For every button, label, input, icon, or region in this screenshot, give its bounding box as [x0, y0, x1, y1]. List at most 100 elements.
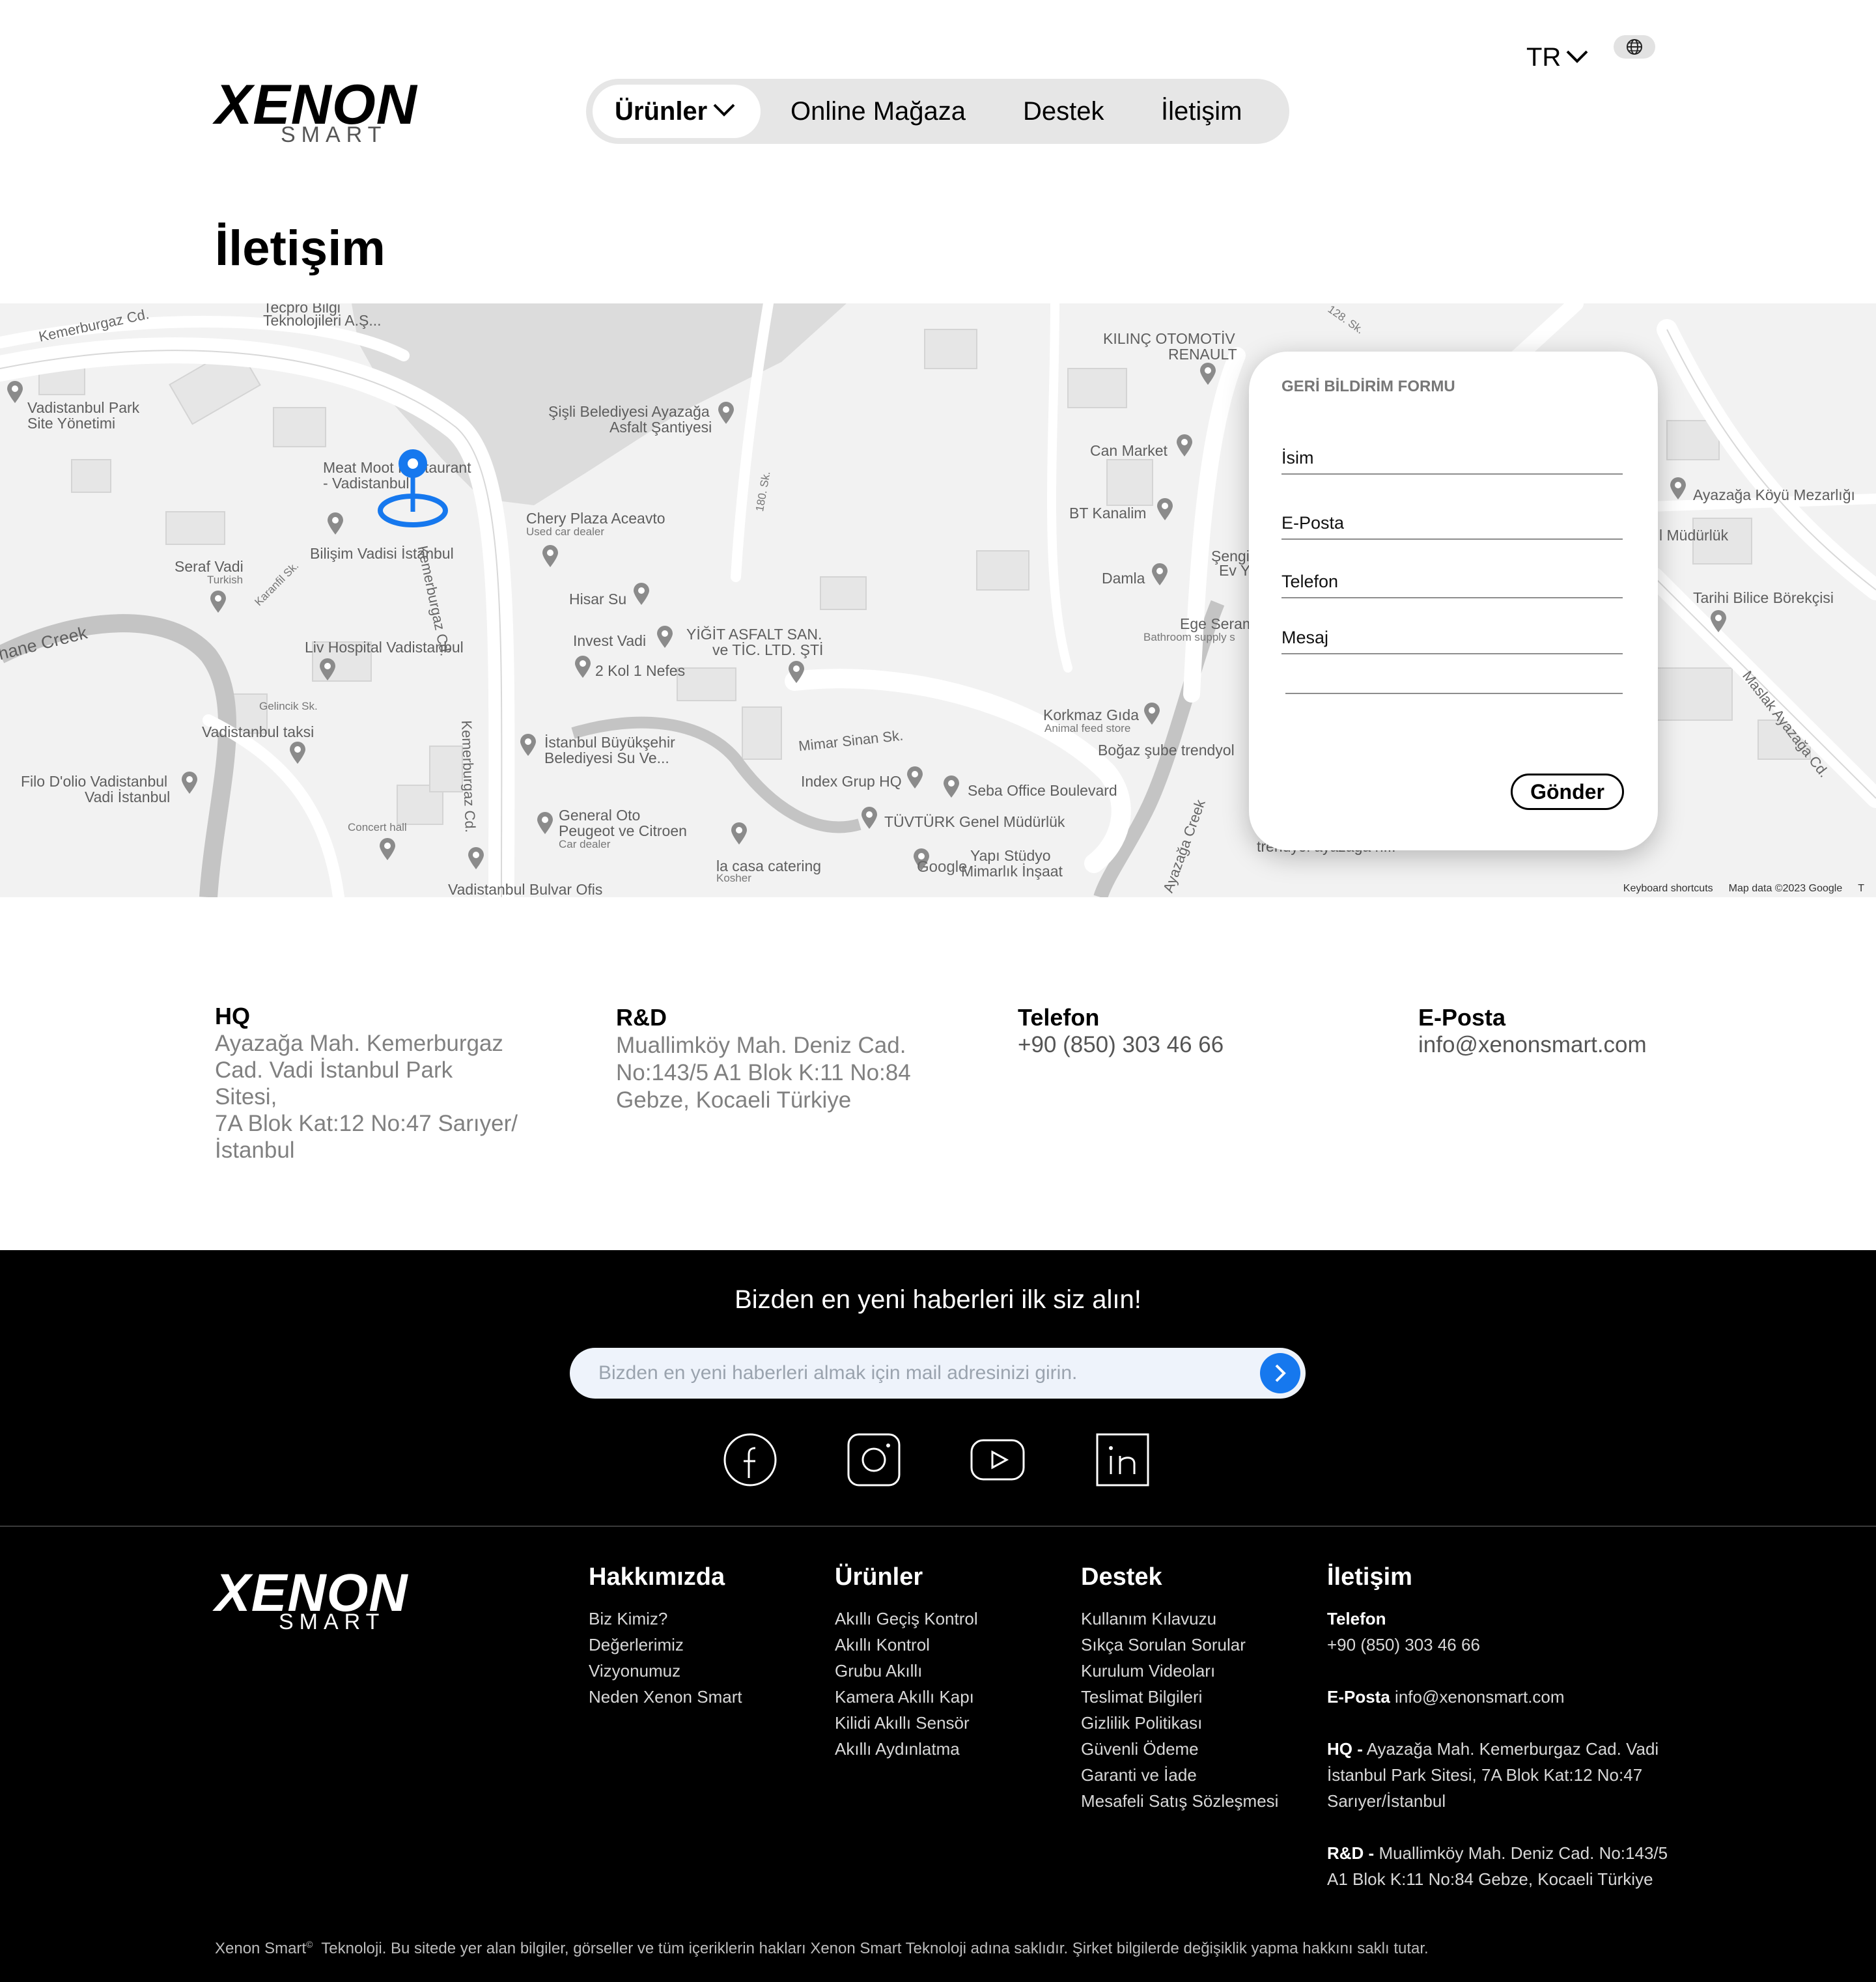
location-pin-icon: [1144, 703, 1160, 725]
footer-link[interactable]: Biz Kimiz?: [589, 1606, 742, 1632]
footer-link[interactable]: Gizlilik Politikası: [1081, 1710, 1278, 1736]
map-label: Teknolojileri A.Ş...: [263, 312, 382, 329]
location-pin-icon: [1177, 434, 1192, 456]
location-pin-icon: [789, 661, 804, 683]
location-pin-icon: [520, 734, 536, 756]
chevron-down-icon: [713, 104, 735, 117]
language-selector[interactable]: TR: [1526, 39, 1588, 76]
map-label: Tarihi Bilice Börekçisi: [1693, 589, 1834, 606]
location-pin-icon: [718, 402, 734, 424]
map-label: Vadistanbul Park: [27, 399, 140, 416]
footer-link[interactable]: Akıllı Geçiş Kontrol: [835, 1606, 978, 1632]
location-pin-icon: [380, 838, 395, 860]
footer-logo[interactable]: XENON SMART: [215, 1567, 453, 1638]
email-info: E-Posta info@xenonsmart.com: [1418, 1004, 1724, 1059]
footer-link[interactable]: Kullanım Kılavuzu: [1081, 1606, 1278, 1632]
language-label: TR: [1526, 43, 1561, 72]
globe-icon: [1627, 39, 1642, 55]
footer-link[interactable]: Güvenli Ödeme: [1081, 1736, 1278, 1762]
location-pin-icon: [1157, 498, 1173, 520]
map-label: Peugeot ve Citroen: [559, 822, 687, 839]
map-label: l Müdürlük: [1659, 527, 1729, 544]
footer-link[interactable]: Değerlerimiz: [589, 1632, 742, 1658]
footer-phone-value[interactable]: +90 (850) 303 46 66: [1327, 1635, 1480, 1654]
map-label: Ege Seram: [1180, 615, 1255, 632]
location-pin-icon: [657, 626, 673, 648]
phone-info: Telefon +90 (850) 303 46 66: [1018, 1004, 1324, 1059]
footer-phone: Telefon +90 (850) 303 46 66: [1327, 1606, 1668, 1658]
footer-link[interactable]: Teslimat Bilgileri: [1081, 1684, 1278, 1710]
footer-link[interactable]: Grubu Akıllı: [835, 1658, 978, 1684]
feedback-form: GERİ BİLDİRİM FORMU İsim E-Posta Telefon…: [1249, 352, 1658, 850]
footer-link[interactable]: Kurulum Videoları: [1081, 1658, 1278, 1684]
footer-link[interactable]: Vizyonumuz: [589, 1658, 742, 1684]
map-label: Korkmaz Gıda: [1043, 706, 1139, 723]
location-pin-icon: [210, 591, 226, 613]
map-label: Concert hall: [348, 821, 407, 833]
map-label: BT Kanalim: [1069, 505, 1147, 522]
location-pin-icon: [1711, 610, 1726, 632]
address-line: Ayazağa Mah. Kemerburgaz: [215, 1031, 503, 1057]
map-label: RENAULT: [1168, 346, 1237, 363]
location-pin-icon: [944, 775, 959, 798]
location-pin-icon: [634, 583, 649, 605]
arrow-right-icon: [1275, 1364, 1286, 1382]
newsletter-email-input[interactable]: [598, 1348, 1224, 1399]
footer-link[interactable]: Akıllı Kontrol: [835, 1632, 978, 1658]
map-label: Turkish: [207, 574, 244, 586]
email-field[interactable]: E-Posta: [1281, 513, 1623, 540]
logo-sub: SMART: [279, 1610, 385, 1634]
footer-link[interactable]: Sıkça Sorulan Sorular: [1081, 1632, 1278, 1658]
email-value[interactable]: info@xenonsmart.com: [1418, 1032, 1724, 1059]
facebook-icon[interactable]: [723, 1432, 777, 1487]
message-textarea[interactable]: [1285, 669, 1623, 694]
location-pin-icon: [468, 847, 484, 869]
globe-button[interactable]: [1614, 35, 1655, 59]
footer-email-value[interactable]: info@xenonsmart.com: [1395, 1687, 1565, 1707]
location-pin-icon: [320, 658, 335, 680]
footer-link[interactable]: Garanti ve İade: [1081, 1762, 1278, 1788]
map-label: Bathroom supply s: [1143, 631, 1235, 643]
keyboard-shortcuts-link[interactable]: Keyboard shortcuts: [1623, 883, 1713, 895]
hq-address: Ayazağa Mah. Kemerburgaz Cad. Vadi İstan…: [215, 1031, 521, 1164]
footer-link[interactable]: Akıllı Aydınlatma: [835, 1736, 978, 1762]
youtube-icon[interactable]: [970, 1432, 1025, 1487]
footer-rd: R&D - Muallimköy Mah. Deniz Cad. No:143/…: [1327, 1840, 1668, 1892]
nav-item-products[interactable]: Ürünler: [593, 85, 761, 138]
rd-info: R&D Muallimköy Mah. Deniz Cad. No:143/5 …: [616, 1004, 922, 1114]
map-label: YİĞİT ASFALT SAN.: [686, 626, 822, 643]
footer-rd-line: A1 Blok K:11 No:84 Gebze, Kocaeli Türkiy…: [1327, 1869, 1653, 1889]
phone-field[interactable]: Telefon: [1281, 572, 1623, 598]
copyright: Xenon Smart© Teknoloji. Bu sitede yer al…: [215, 1939, 1429, 1958]
footer-link[interactable]: Mesafeli Satış Sözleşmesi: [1081, 1788, 1278, 1814]
footer-link[interactable]: Neden Xenon Smart: [589, 1684, 742, 1710]
map-label: Seraf Vadi: [175, 558, 244, 575]
location-pin-icon: [1670, 477, 1686, 499]
address-line: Gebze, Kocaeli Türkiye: [616, 1087, 852, 1113]
map-label: Filo D'olio Vadistanbul: [21, 773, 168, 790]
location-pin-icon: [907, 766, 923, 789]
footer-link[interactable]: Kilidi Akıllı Sensör: [835, 1710, 978, 1736]
phone-value[interactable]: +90 (850) 303 46 66: [1018, 1032, 1324, 1059]
footer-rd-label: R&D -: [1327, 1843, 1375, 1863]
linkedin-icon[interactable]: [1095, 1432, 1150, 1487]
map-label: Chery Plaza Aceavto: [526, 510, 665, 527]
hq-info: HQ Ayazağa Mah. Kemerburgaz Cad. Vadi İs…: [215, 1003, 521, 1164]
rd-title: R&D: [616, 1004, 667, 1031]
footer-hq-label: HQ -: [1327, 1738, 1363, 1759]
name-field[interactable]: İsim: [1281, 448, 1623, 475]
instagram-icon[interactable]: [847, 1432, 901, 1487]
map-label: Mimarlık İnşaat: [961, 863, 1063, 880]
submit-button[interactable]: Gönder: [1511, 774, 1624, 810]
newsletter-submit-button[interactable]: [1260, 1353, 1300, 1393]
nav-item-support[interactable]: Destek: [1023, 79, 1104, 144]
map-data-text: Map data ©2023 Google: [1728, 883, 1843, 894]
terms-link[interactable]: T: [1858, 883, 1864, 895]
footer-link[interactable]: Kamera Akıllı Kapı: [835, 1684, 978, 1710]
message-field[interactable]: Mesaj: [1281, 628, 1623, 654]
location-pin-icon[interactable]: [374, 444, 452, 529]
logo[interactable]: XENON SMART: [215, 77, 453, 148]
copyright-mark: ©: [306, 1939, 313, 1949]
nav-item-online-store[interactable]: Online Mağaza: [791, 79, 966, 144]
nav-item-contact[interactable]: İletişim: [1161, 79, 1242, 144]
